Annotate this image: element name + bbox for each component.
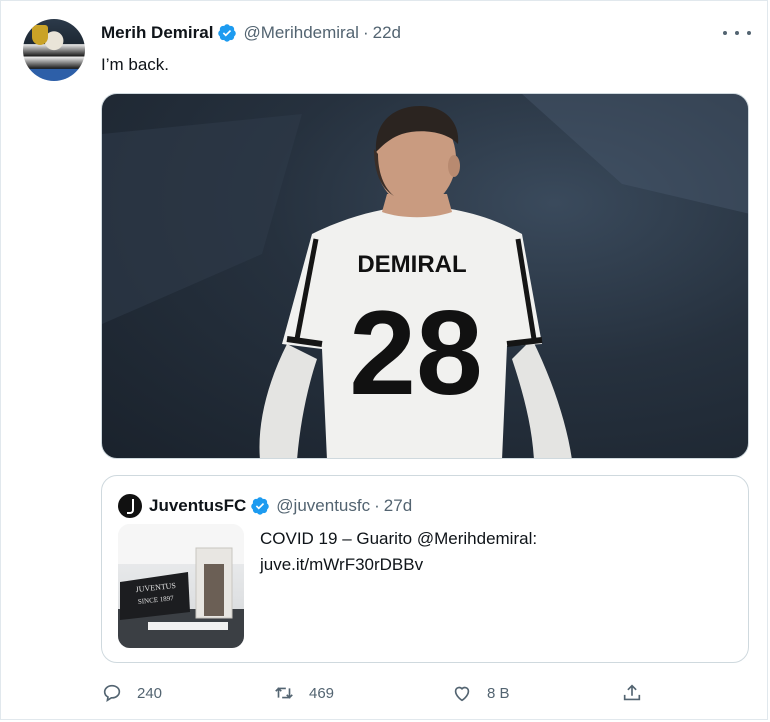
heart-icon xyxy=(454,686,470,702)
separator-dot: · xyxy=(374,496,380,515)
tweet-card[interactable]: Merih Demiral @Merihdemiral · 22d I’m ba… xyxy=(0,0,768,720)
like-button[interactable]: 8 B xyxy=(451,682,510,704)
reply-count: 240 xyxy=(137,684,163,702)
player-back-illustration: DEMIRAL 28 xyxy=(102,94,748,458)
quoted-link[interactable]: juve.it/mWrF30rDBBv xyxy=(260,552,710,578)
author-name[interactable]: Merih Demiral xyxy=(101,23,213,43)
like-count: 8 B xyxy=(487,684,510,702)
quoted-thumbnail[interactable]: JUVENTUS SINCE 1897 xyxy=(118,524,244,648)
quoted-author-handle[interactable]: @juventusfc xyxy=(276,496,370,516)
tweet-photo[interactable]: DEMIRAL 28 xyxy=(101,93,749,459)
verified-badge-icon xyxy=(218,24,237,42)
reply-icon xyxy=(103,684,121,703)
action-bar: 240 469 8 B xyxy=(101,679,649,707)
juventus-logo-avatar[interactable] xyxy=(118,494,142,518)
retweet-icon xyxy=(275,687,293,699)
quoted-header: JuventusFC @juventusfc · 27d xyxy=(118,494,412,518)
share-icon xyxy=(623,684,641,701)
shirt-number: 28 xyxy=(349,286,482,420)
reply-button[interactable]: 240 xyxy=(101,682,162,704)
tweet-timestamp[interactable]: 22d xyxy=(373,23,401,43)
tweet-header: Merih Demiral @Merihdemiral · 22d xyxy=(101,23,401,43)
author-avatar[interactable] xyxy=(23,19,85,81)
quoted-tweet[interactable]: JuventusFC @juventusfc · 27d JUVENTUS SI… xyxy=(101,475,749,663)
retweet-button[interactable]: 469 xyxy=(273,682,334,704)
shirt-name: DEMIRAL xyxy=(357,251,466,278)
more-options-icon[interactable] xyxy=(723,23,751,43)
quoted-text-line1: COVID 19 – Guarito @Merihdemiral: xyxy=(260,529,538,548)
quoted-author-name[interactable]: JuventusFC xyxy=(149,496,246,516)
separator-dot: · xyxy=(362,23,369,42)
verified-badge-icon xyxy=(251,497,270,515)
share-button[interactable] xyxy=(621,682,643,704)
author-handle[interactable]: @Merihdemiral xyxy=(243,23,359,43)
quoted-text: COVID 19 – Guarito @Merihdemiral: juve.i… xyxy=(260,526,710,578)
tweet-text: I’m back. xyxy=(101,55,170,74)
retweet-count: 469 xyxy=(309,684,335,702)
quoted-timestamp[interactable]: 27d xyxy=(384,496,412,516)
